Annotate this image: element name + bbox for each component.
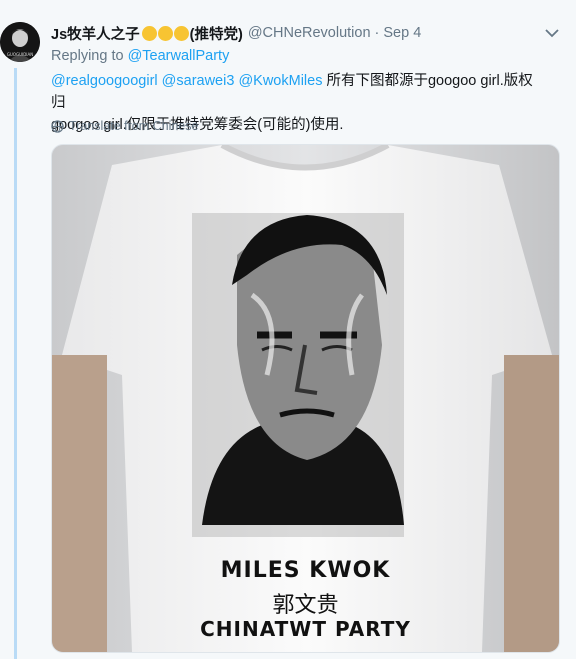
replying-to-link[interactable]: @TearwallParty [128,48,230,64]
raised-fist-icon [173,25,189,41]
replying-to: Replying to @TearwallParty [51,48,229,64]
author-suffix[interactable]: (推特党) [190,23,243,44]
emoji-group [141,25,190,41]
raised-fist-icon [141,25,157,41]
separator: · [374,25,380,41]
shirt-line2: 郭文贵 [272,593,339,618]
shirt-line3: CHINATWT PARTY [200,617,411,641]
tweet-date[interactable]: Sep 4 [383,25,421,41]
thread-line [14,68,17,659]
shirt-line1: MILES KWOK [220,558,391,583]
media-image[interactable]: MILES KWOK 郭文贵 CHINATWT PARTY [51,144,560,653]
translate-label[interactable]: Translate from Chinese [69,119,198,133]
portrait-illustration [192,213,404,537]
mention-link[interactable]: @realgoogoogirl [51,73,158,89]
author-handle[interactable]: @CHNeRevolution [248,25,371,41]
avatar-text: GUOGUIDIAN [7,52,33,57]
chevron-down-icon[interactable] [544,27,560,39]
tweet-header: Js牧羊人之子 (推特党) @CHNeRevolution · Sep 4 [51,22,554,44]
author-name[interactable]: Js牧羊人之子 [51,23,140,44]
mention-link[interactable]: @KwokMiles [238,73,322,89]
mention-link[interactable]: @sarawei3 [162,73,235,89]
translate-link[interactable]: Translate from Chinese [51,119,198,133]
raised-fist-icon [157,25,173,41]
avatar[interactable]: GUOGUIDIAN [0,22,40,62]
replying-prefix: Replying to [51,48,124,64]
globe-icon [51,119,64,133]
